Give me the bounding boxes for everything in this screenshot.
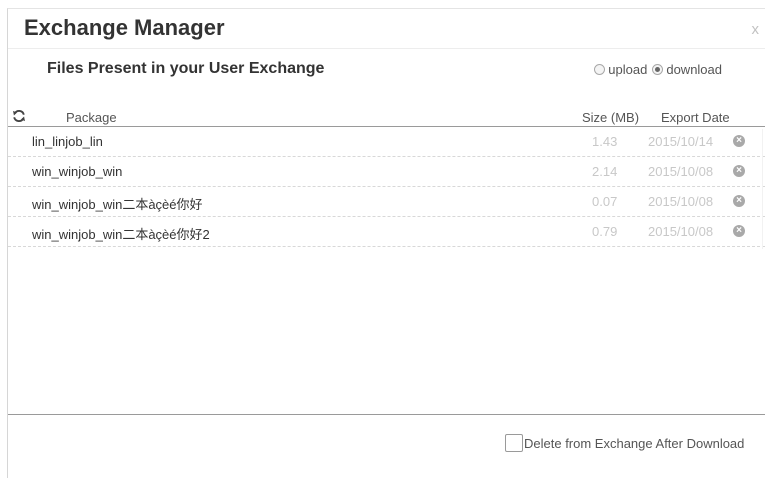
package-export-date: 2015/10/08 [648,224,714,239]
table-header: Package Size (MB) Export Date [8,108,765,127]
column-header-size[interactable]: Size (MB) [582,110,639,125]
exchange-manager-dialog: Exchange Manager x Files Present in your… [7,8,765,478]
transfer-mode-group: upload download [594,62,727,77]
package-name: win_winjob_win二本àçèé你好 [32,197,203,212]
table-row[interactable]: win_winjob_win二本àçèé你好2 0.79 2015/10/08 … [8,217,765,247]
package-export-date: 2015/10/14 [648,134,714,149]
upload-radio[interactable] [594,64,606,75]
download-radio[interactable] [652,64,664,75]
footer-divider [8,414,765,415]
remove-icon[interactable]: × [733,195,745,207]
close-button[interactable]: x [752,21,760,38]
column-header-export-date[interactable]: Export Date [661,110,730,125]
delete-after-download-option[interactable]: Delete from Exchange After Download [505,434,744,452]
package-export-date: 2015/10/08 [648,164,714,179]
list-scrollbar[interactable] [762,129,763,249]
package-size: 1.43 [592,134,618,149]
package-size: 0.79 [592,224,618,239]
dialog-title: Exchange Manager [24,15,225,40]
package-size: 2.14 [592,164,618,179]
remove-icon[interactable]: × [733,165,745,177]
upload-radio-label[interactable]: upload [608,62,647,77]
section-subtitle: Files Present in your User Exchange [47,60,325,77]
delete-after-download-checkbox[interactable] [505,434,523,452]
download-radio-label[interactable]: download [666,62,722,77]
package-name: lin_linjob_lin [32,134,103,149]
column-header-package[interactable]: Package [66,110,117,125]
package-list: lin_linjob_lin 1.43 2015/10/14 × win_win… [8,127,765,247]
title-divider [8,48,765,49]
table-row[interactable]: win_winjob_win二本àçèé你好 0.07 2015/10/08 × [8,187,765,217]
package-name: win_winjob_win二本àçèé你好2 [32,227,210,242]
delete-after-download-label[interactable]: Delete from Exchange After Download [524,436,744,451]
remove-icon[interactable]: × [733,225,745,237]
package-name: win_winjob_win [32,164,123,179]
package-export-date: 2015/10/08 [648,194,714,209]
table-row[interactable]: lin_linjob_lin 1.43 2015/10/14 × [8,127,765,157]
refresh-icon[interactable] [12,108,26,124]
package-size: 0.07 [592,194,618,209]
remove-icon[interactable]: × [733,135,745,147]
table-row[interactable]: win_winjob_win 2.14 2015/10/08 × [8,157,765,187]
